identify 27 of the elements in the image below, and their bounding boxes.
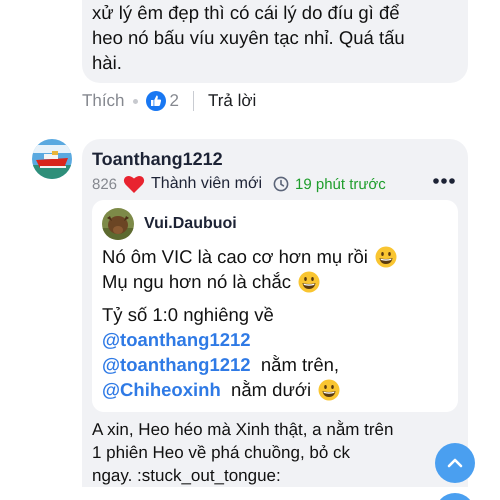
heart-icon [123,174,146,194]
quote-text: nằm dưới [230,378,312,402]
points-count: 826 [92,176,118,192]
chevron-up-icon [447,458,463,468]
comment-text: xử lý êm đẹp thì có cái lý do đíu gì để heo nó bấu víu xuyên tạc nhỉ. Quá tấu hài. [92,1,406,75]
grinning-face-icon [375,246,398,268]
more-options-icon [433,178,455,184]
separator-dot [132,98,138,104]
post-time: 19 phút trước [295,176,386,192]
thumbs-up-icon [146,91,166,111]
quoted-author[interactable]: Vui.Daubuoi [144,215,237,233]
quote-text: Nó ôm VIC là cao cơ hơn mụ rồi [102,245,369,269]
reply-link[interactable]: Trả lời [208,91,256,111]
quote-text: Mụ ngu hơn nó là chắc [102,270,292,294]
grinning-face-icon [298,270,320,292]
member-rank: Thành viên mới [151,175,262,193]
like-link[interactable]: Thích [82,91,125,111]
mention-link[interactable]: @toanthang1212 [102,352,251,377]
quote-text: nằm trên, [260,353,340,377]
grinning-face-icon [318,378,340,400]
mention-link[interactable]: @toanthang1212 [102,327,251,352]
author-name[interactable]: Toanthang1212 [92,149,386,170]
quote-text: Tỷ số 1:0 nghiêng về [102,303,274,327]
clock-icon [273,176,290,192]
comment-text: A xin, Heo héo mà Xinh thật, a nằm trên 1 phiên Heo về phá chuồng, bỏ ck ngay. :stuck_out_tongue: [92,419,394,487]
mention-link[interactable]: @Chiheoxinh [102,377,221,402]
like-count: 2 [170,91,179,111]
